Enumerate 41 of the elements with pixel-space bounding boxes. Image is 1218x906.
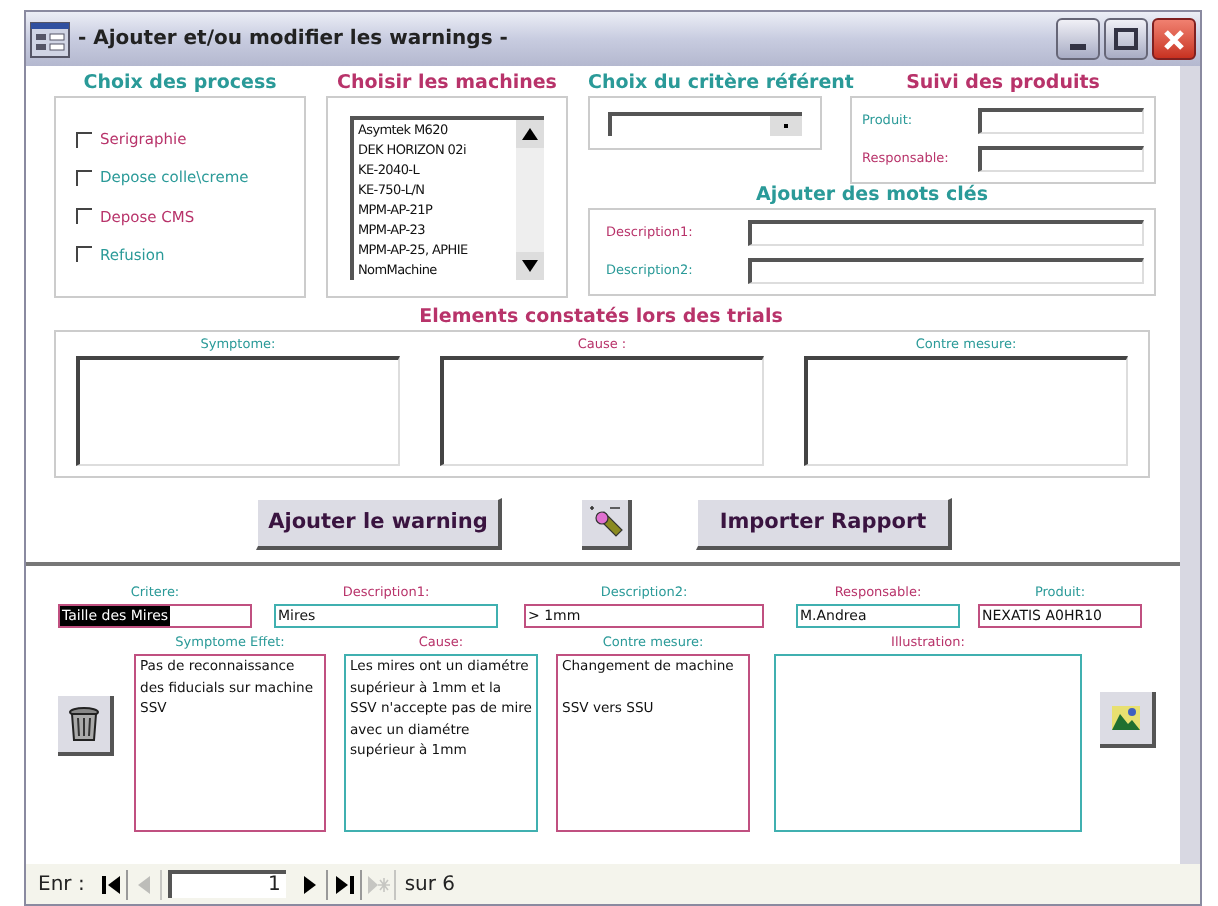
close-icon xyxy=(1162,27,1186,51)
close-button[interactable] xyxy=(1152,18,1196,60)
section-heading: Ajouter des mots clés xyxy=(754,184,990,208)
first-icon xyxy=(101,875,120,893)
section-heading: Choix des process xyxy=(81,72,279,96)
text-area[interactable] xyxy=(804,356,1128,466)
section-heading: Elements constatés lors des trials xyxy=(417,306,785,330)
last-icon xyxy=(335,875,354,893)
scroll-up-icon[interactable] xyxy=(516,119,544,147)
minimize-icon xyxy=(1070,44,1086,50)
text-area[interactable] xyxy=(76,356,400,466)
add-warning-button[interactable]: Ajouter le warning xyxy=(256,498,502,550)
import-report-button[interactable]: Importer Rapport xyxy=(696,498,952,550)
minimize-button[interactable] xyxy=(1056,18,1100,60)
window-title: - Ajouter et/ou modifier les warnings - xyxy=(78,26,510,54)
record-number-field[interactable]: 1 xyxy=(168,870,287,898)
maximize-icon xyxy=(1114,28,1138,50)
scroll-down-icon[interactable] xyxy=(516,251,544,279)
input-field[interactable] xyxy=(978,108,1144,134)
input-field[interactable] xyxy=(748,220,1144,246)
input-field[interactable] xyxy=(748,258,1144,284)
criteria-dropdown[interactable] xyxy=(608,111,802,135)
text-area[interactable] xyxy=(440,356,764,466)
wand-icon xyxy=(585,502,625,542)
trash-icon xyxy=(68,704,100,744)
section-heading: Choix du critère référent xyxy=(588,72,850,96)
input-field[interactable] xyxy=(978,146,1144,172)
navigator-label: Enr : xyxy=(38,871,85,899)
next-icon xyxy=(304,875,317,893)
insert-image-button[interactable] xyxy=(1100,692,1156,748)
previous-icon xyxy=(138,875,151,893)
section-heading: Suivi des produits xyxy=(904,72,1102,96)
record-count: sur 6 xyxy=(404,871,456,899)
maximize-button[interactable] xyxy=(1104,18,1148,60)
image-icon xyxy=(1112,706,1140,730)
wizard-button[interactable] xyxy=(582,499,632,549)
form-icon xyxy=(30,21,70,57)
section-heading: Choisir les machines xyxy=(335,72,559,96)
new-record-icon xyxy=(367,875,390,893)
delete-button[interactable] xyxy=(58,696,114,756)
scrollbar[interactable] xyxy=(516,119,544,279)
